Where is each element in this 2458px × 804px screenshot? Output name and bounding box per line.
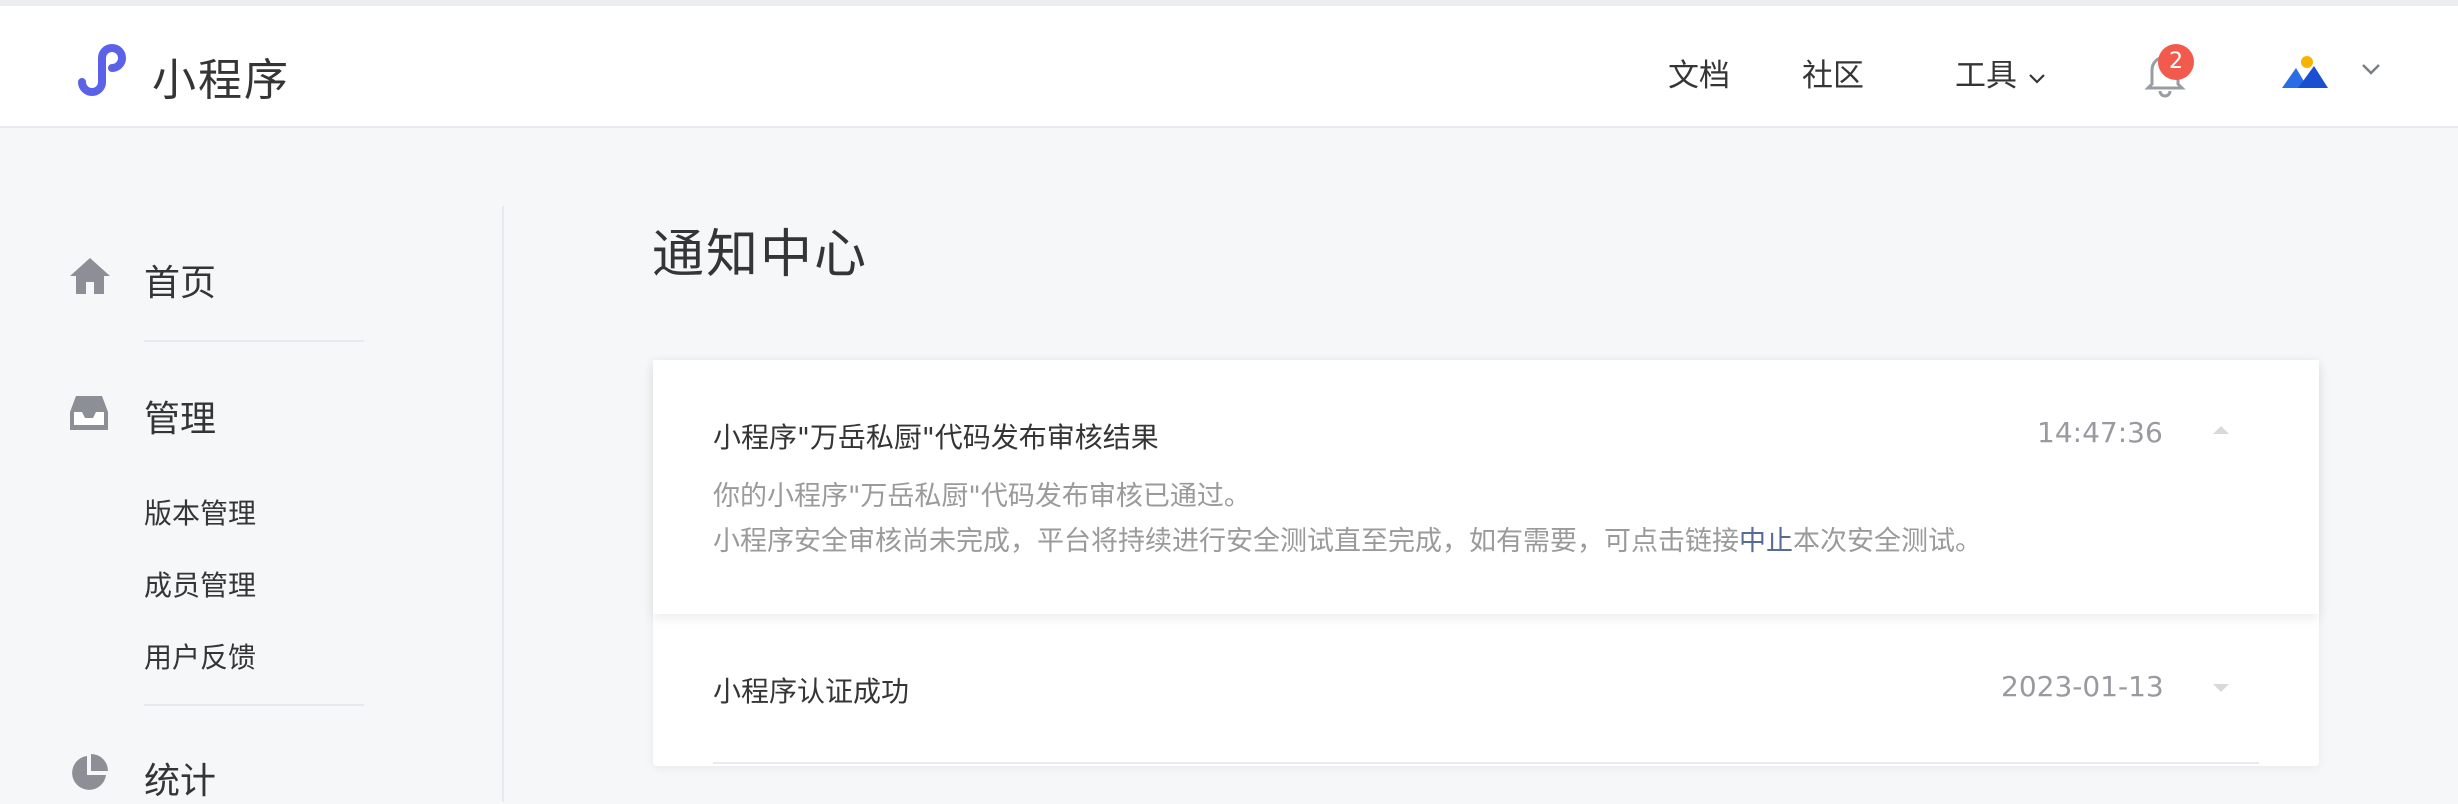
sidebar-label-manage: 管理 [144, 399, 217, 440]
chevron-down-icon [2029, 73, 2045, 84]
home-icon [70, 258, 110, 294]
notice-title: 小程序认证成功 [713, 675, 910, 708]
notice-title: 小程序"万岳私厨"代码发布审核结果 [713, 421, 1159, 454]
page-title: 通知中心 [652, 225, 869, 285]
sidebar-divider [144, 340, 364, 342]
account-avatar[interactable] [2280, 52, 2330, 92]
nav-tools[interactable]: 工具 [1955, 50, 2047, 95]
pie-chart-icon [72, 754, 108, 790]
sidebar-item-member-manage[interactable]: 成员管理 [144, 564, 256, 604]
notice-body-line2: 小程序安全审核尚未完成，平台将持续进行安全测试直至完成，如有需要，可点击链接中止… [713, 519, 1982, 564]
stop-test-link[interactable]: 中止 [1739, 526, 1793, 557]
sidebar-divider [144, 704, 364, 706]
account-chevron-down-icon[interactable] [2360, 62, 2382, 76]
notice-item-expanded[interactable]: 小程序"万岳私厨"代码发布审核结果 14:47:36 你的小程序"万岳私厨"代码… [653, 360, 2319, 614]
nav-community[interactable]: 社区 [1802, 50, 1864, 95]
notice-divider [713, 762, 2259, 764]
miniprogram-logo-icon[interactable] [68, 36, 134, 102]
sidebar-label-stats: 统计 [144, 761, 217, 802]
notice-body-text-end: 本次安全测试。 [1793, 526, 1982, 557]
expand-caret-icon[interactable] [2213, 684, 2229, 692]
notice-list: 小程序"万岳私厨"代码发布审核结果 14:47:36 你的小程序"万岳私厨"代码… [653, 360, 2319, 766]
inbox-icon [70, 396, 108, 430]
top-header: 小程序 文档 社区 工具 2 [0, 6, 2458, 128]
nav-tools-label: 工具 [1955, 58, 2017, 94]
sidebar-item-manage[interactable]: 管理 [0, 376, 400, 446]
sidebar-item-stats[interactable]: 统计 [0, 740, 400, 802]
notification-badge: 2 [2158, 44, 2194, 80]
notice-item-collapsed[interactable]: 小程序认证成功 2023-01-13 [653, 614, 2319, 766]
sidebar-item-user-feedback[interactable]: 用户反馈 [144, 636, 256, 676]
sidebar-item-home[interactable]: 首页 [0, 240, 400, 310]
sidebar-label-home: 首页 [144, 263, 217, 304]
sidebar-item-version-manage[interactable]: 版本管理 [144, 492, 256, 532]
nav-docs[interactable]: 文档 [1668, 50, 1730, 95]
logo-text[interactable]: 小程序 [152, 44, 290, 108]
sidebar-vertical-divider [502, 206, 504, 802]
notice-time: 14:47:36 [2037, 416, 2163, 449]
notice-time: 2023-01-13 [2001, 670, 2164, 703]
notice-body-line1: 你的小程序"万岳私厨"代码发布审核已通过。 [713, 481, 1251, 512]
collapse-caret-icon[interactable] [2213, 426, 2229, 434]
notice-body-text: 小程序安全审核尚未完成，平台将持续进行安全测试直至完成，如有需要，可点击链接 [713, 526, 1739, 557]
